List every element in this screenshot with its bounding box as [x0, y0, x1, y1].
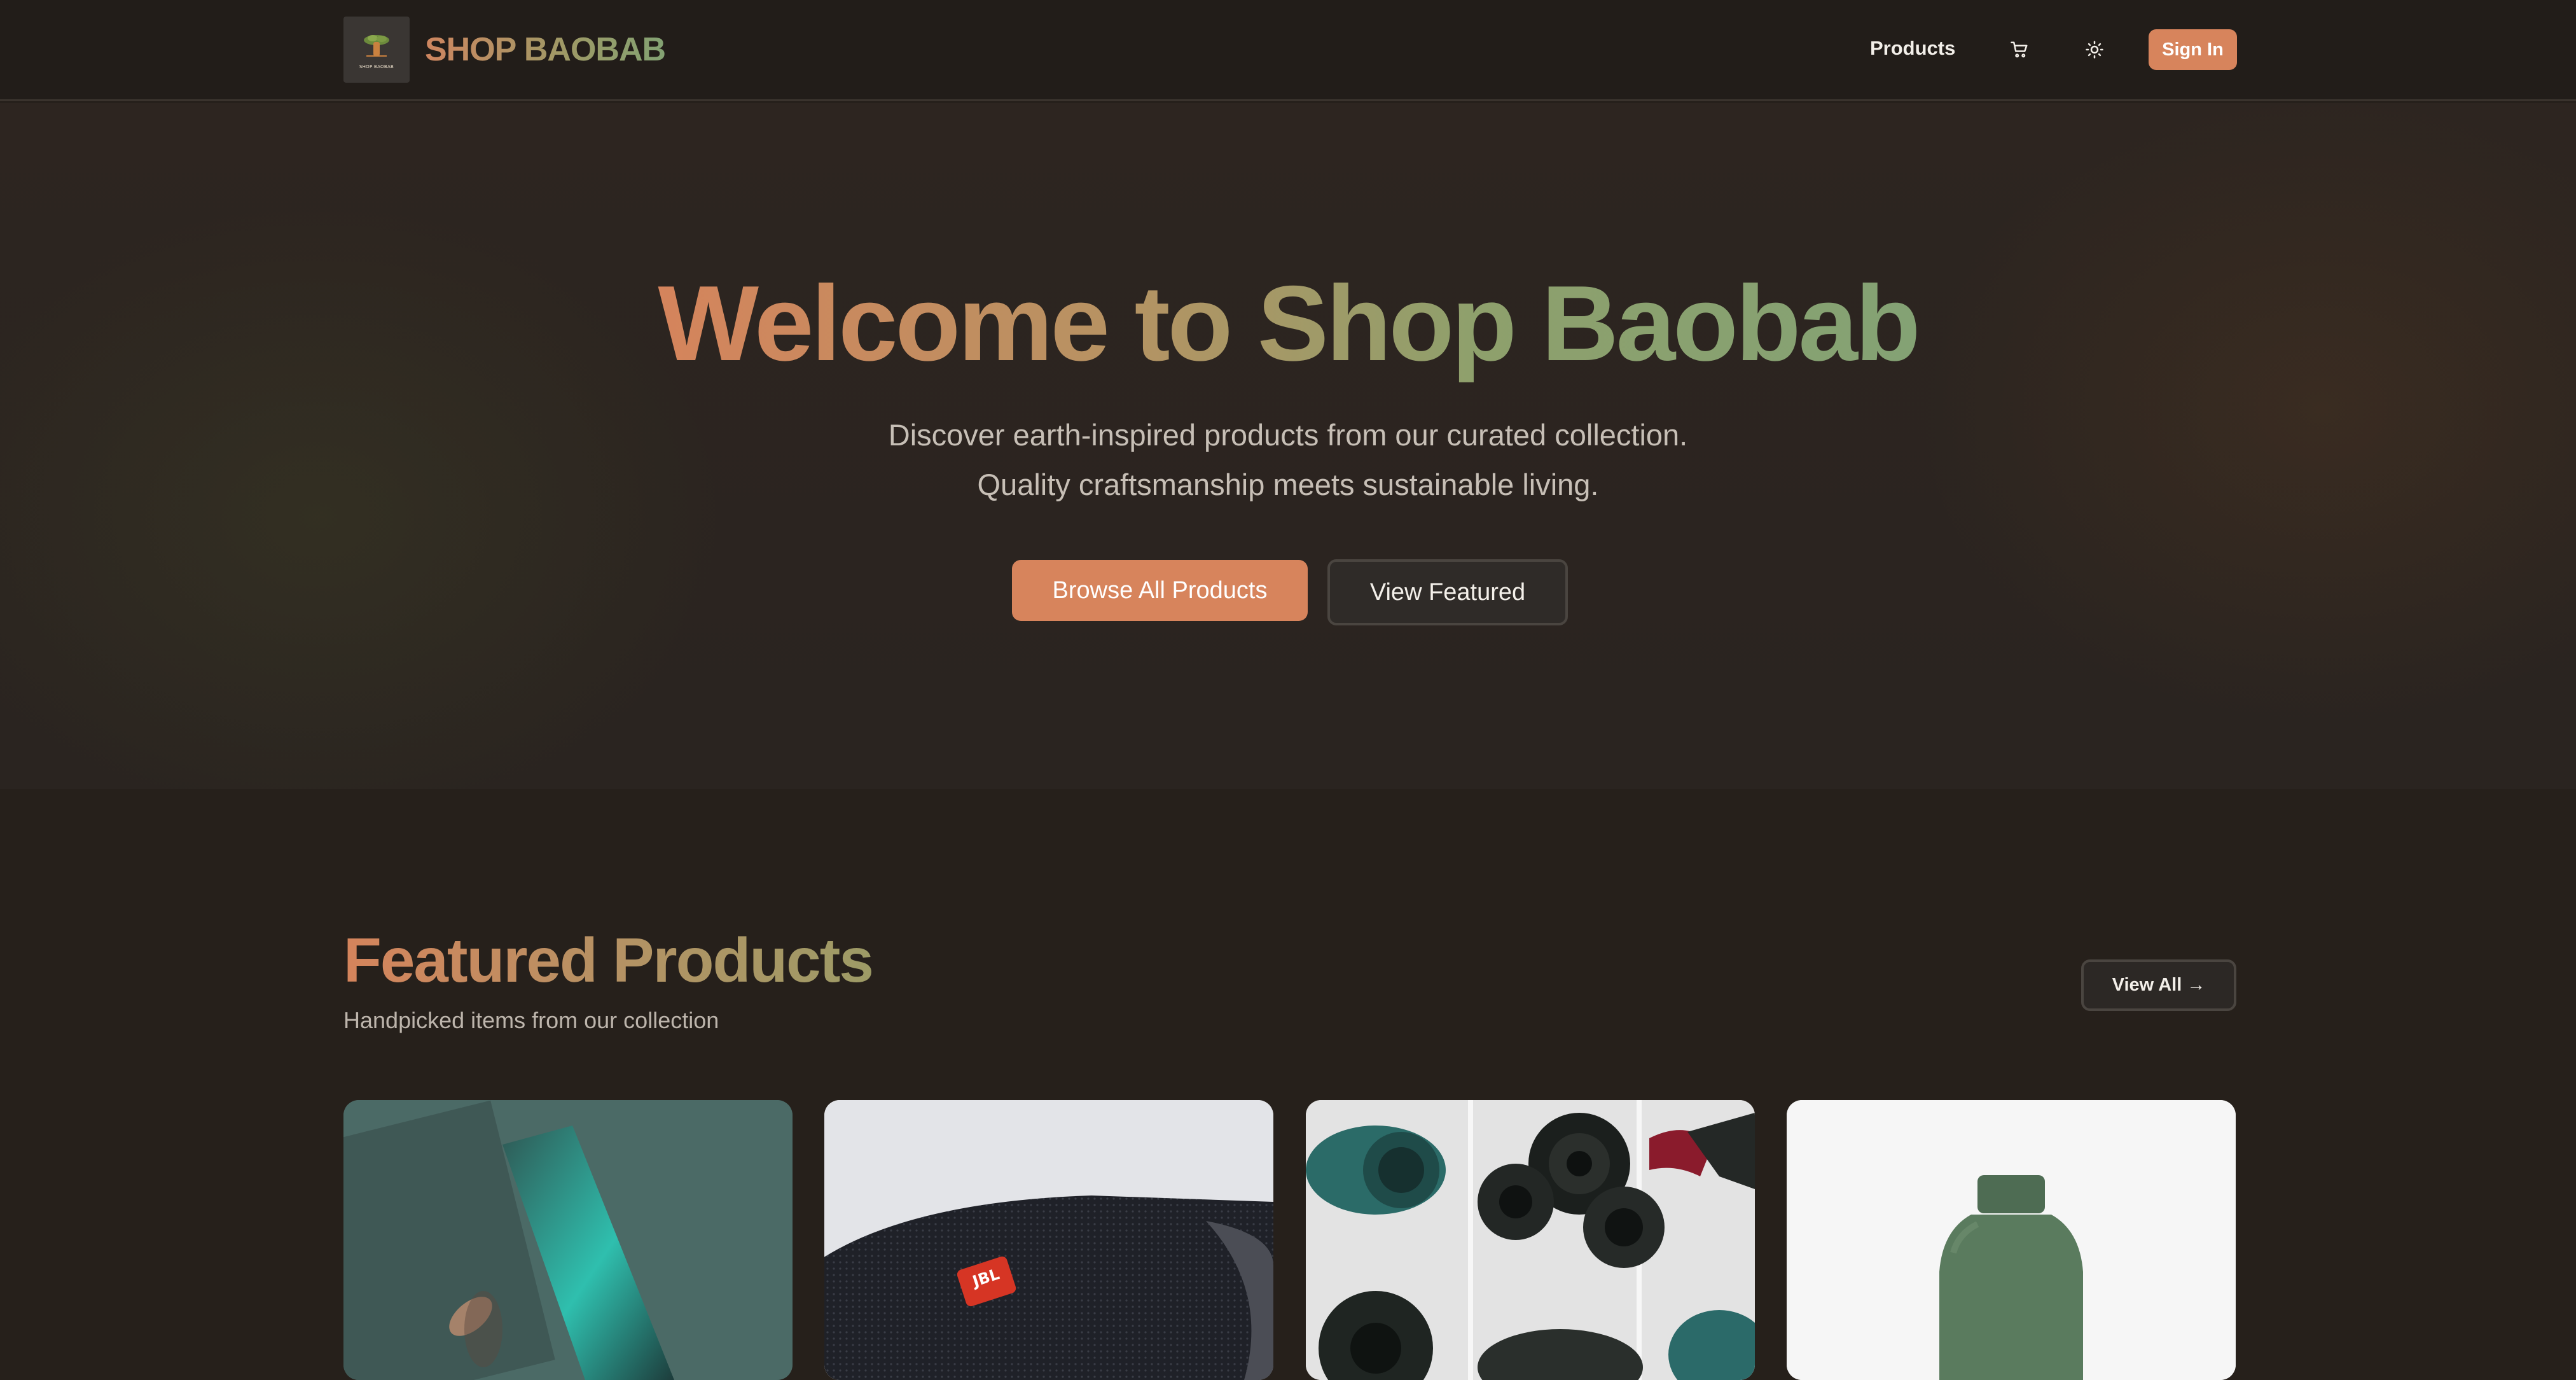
view-all-button[interactable]: View All →	[2081, 959, 2236, 1011]
brand-name[interactable]: SHOP BAOBAB	[425, 31, 666, 69]
product-card-4[interactable]	[1787, 1100, 2236, 1380]
top-navigation-bar: SHOP BAOBAB SHOP BAOBAB Products Sign In	[0, 0, 2576, 101]
product-image-water-bottle	[1787, 1100, 2236, 1380]
hero-subtitle-line-2: Quality craftsmanship meets sustainable …	[977, 468, 1599, 501]
product-card-3[interactable]	[1306, 1100, 1755, 1380]
theme-toggle-button[interactable]	[2075, 31, 2114, 69]
featured-products-subtitle: Handpicked items from our collection	[343, 1007, 719, 1033]
hero-section: Welcome to Shop Baobab Discover earth-in…	[0, 103, 2576, 789]
featured-products-title: Featured Products	[343, 925, 874, 995]
product-image-smartphone	[343, 1100, 793, 1380]
hero-subtitle-line-1: Discover earth-inspired products from ou…	[888, 418, 1688, 452]
view-featured-button[interactable]: View Featured	[1327, 559, 1568, 625]
product-card-1[interactable]	[343, 1100, 793, 1380]
hero-title-text: Welcome to Shop Baobab	[658, 263, 1920, 383]
sun-icon	[2086, 41, 2103, 59]
product-image-speaker	[824, 1100, 1273, 1380]
brand-logo[interactable]: SHOP BAOBAB	[343, 17, 410, 83]
cart-button[interactable]	[2000, 31, 2039, 69]
cart-icon	[2011, 41, 2028, 58]
hero-title: Welcome to Shop Baobab	[0, 270, 2576, 377]
nav-link-products[interactable]: Products	[1870, 37, 1955, 60]
sign-in-button[interactable]: Sign In	[2149, 29, 2237, 70]
browse-all-products-button[interactable]: Browse All Products	[1012, 560, 1308, 621]
product-image-yoga-mats	[1306, 1100, 1755, 1380]
logo-caption: SHOP BAOBAB	[359, 64, 394, 69]
product-card-2[interactable]: JBL	[824, 1100, 1273, 1380]
baobab-tree-icon	[364, 35, 389, 57]
